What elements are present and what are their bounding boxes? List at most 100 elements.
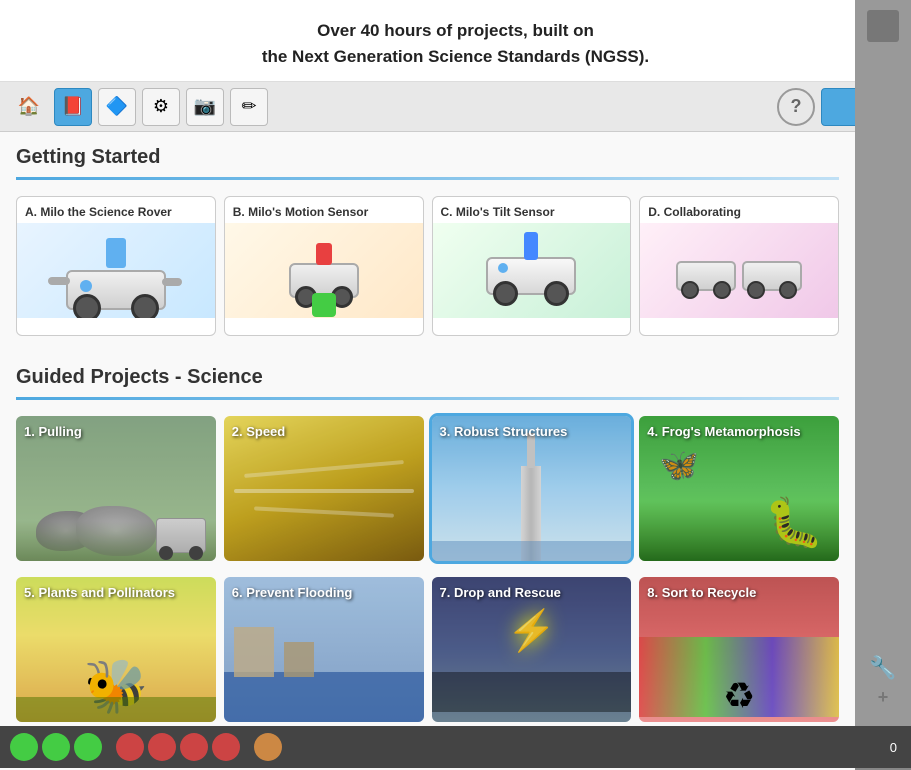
- status-dot-2: [42, 733, 70, 761]
- window-btn-blue[interactable]: [821, 88, 859, 126]
- header-line2: the Next Generation Science Standards (N…: [10, 44, 901, 70]
- grass-base: [16, 697, 216, 722]
- pr-wheel-l: [159, 546, 173, 560]
- gp-card-6-title: 6. Prevent Flooding: [232, 585, 416, 600]
- pr-wheel-r: [189, 546, 203, 560]
- gp-card-2-title: 2. Speed: [232, 424, 416, 439]
- gp-card-8-title: 8. Sort to Recycle: [647, 585, 831, 600]
- wrench-icon[interactable]: 🔧: [869, 655, 896, 681]
- wheel-d2r: [779, 281, 797, 299]
- gp-card-7[interactable]: 7. Drop and Rescue ⚡: [432, 577, 632, 722]
- milo-robot-b: [289, 263, 359, 298]
- gs-card-c[interactable]: C. Milo's Tilt Sensor: [432, 196, 632, 336]
- plus-icon[interactable]: +: [878, 687, 889, 708]
- gp-card-4[interactable]: 4. Frog's Metamorphosis 🐛 🦋: [639, 416, 839, 561]
- gp-card-6[interactable]: 6. Prevent Flooding: [224, 577, 424, 722]
- gp-card-3[interactable]: 3. Robust Structures: [432, 416, 632, 561]
- milo-arm-a: [48, 277, 70, 285]
- pulling-robot: [156, 518, 206, 553]
- right-sidebar: 🔧 +: [855, 0, 911, 768]
- page-count: 0: [890, 740, 897, 755]
- building-2: [284, 642, 314, 677]
- guided-projects-row1: 1. Pulling 2. Speed 3.: [0, 416, 855, 577]
- gp-card-1-title: 1. Pulling: [24, 424, 208, 439]
- guided-projects-divider: [16, 397, 839, 400]
- gs-card-c-img: [433, 223, 631, 318]
- wheel-d1l: [681, 281, 699, 299]
- status-dot-4: [116, 733, 144, 761]
- wheel-d2l: [747, 281, 765, 299]
- building-1: [234, 627, 274, 677]
- status-dot-5: [148, 733, 176, 761]
- header-banner: Over 40 hours of projects, built on the …: [0, 0, 911, 82]
- wheel-cl: [493, 281, 518, 306]
- gp-card-1[interactable]: 1. Pulling: [16, 416, 216, 561]
- wheel-d1r: [713, 281, 731, 299]
- cube-button[interactable]: 🔷: [98, 88, 136, 126]
- status-dot-7: [212, 733, 240, 761]
- lightning-icon: ⚡: [506, 607, 556, 654]
- milo-robot-a: [66, 232, 166, 310]
- gp-card-8[interactable]: 8. Sort to Recycle ♻: [639, 577, 839, 722]
- getting-started-divider: [16, 177, 839, 180]
- header-line1: Over 40 hours of projects, built on: [10, 18, 901, 44]
- recycle-emoji: ♻: [723, 675, 755, 717]
- robot-d1: [676, 261, 736, 291]
- book-button[interactable]: 📕: [54, 88, 92, 126]
- gs-card-b[interactable]: B. Milo's Motion Sensor: [224, 196, 424, 336]
- camera-button[interactable]: 📷: [186, 88, 224, 126]
- tilt-sensor: [524, 232, 538, 260]
- milo-wheel-left-a: [73, 294, 101, 319]
- gs-card-a[interactable]: A. Milo the Science Rover: [16, 196, 216, 336]
- gs-card-b-img: [225, 223, 423, 318]
- milo-sensor-a: [106, 238, 126, 268]
- accessory-b: [312, 293, 336, 317]
- status-dots-group: [10, 733, 282, 761]
- main-content: Getting Started A. Milo the Science Rove…: [0, 132, 855, 770]
- dark-base: [432, 672, 632, 712]
- speed-line2: [234, 489, 414, 493]
- home-button[interactable]: 🏠: [10, 88, 48, 126]
- status-dot-3: [74, 733, 102, 761]
- gp-card-3-title: 3. Robust Structures: [440, 424, 624, 439]
- milo-wheel-right-a: [131, 294, 159, 319]
- gp-card-7-title: 7. Drop and Rescue: [440, 585, 624, 600]
- gear-button[interactable]: ⚙: [142, 88, 180, 126]
- gs-card-a-title: A. Milo the Science Rover: [17, 197, 215, 223]
- gs-card-a-img: [17, 223, 215, 318]
- toolbar: 🏠 📕 🔷 ⚙ 📷 ✏ ?: [0, 82, 911, 132]
- speed-line3: [254, 507, 394, 518]
- sidebar-top-btn[interactable]: [867, 10, 899, 42]
- flood-water: [224, 672, 424, 722]
- milo-robot-c: [486, 257, 576, 295]
- frog-emoji: 🐛: [764, 494, 824, 551]
- gs-card-d-title: D. Collaborating: [640, 197, 838, 223]
- status-bar: 0: [0, 726, 911, 768]
- wheel-cr: [544, 281, 569, 306]
- gp-card-4-title: 4. Frog's Metamorphosis: [647, 424, 831, 439]
- gs-card-d[interactable]: D. Collaborating: [639, 196, 839, 336]
- milo-eye-a: [80, 280, 92, 292]
- sidebar-tools: 🔧 +: [869, 655, 896, 708]
- speed-line1: [244, 460, 404, 478]
- water-base: [432, 541, 632, 561]
- status-dot-8: [254, 733, 282, 761]
- butterfly-emoji: 🦋: [659, 446, 699, 484]
- collab-robots: [676, 243, 802, 299]
- status-dot-6: [180, 733, 208, 761]
- guided-projects-header: Guided Projects - Science: [0, 352, 855, 397]
- pencil-button[interactable]: ✏: [230, 88, 268, 126]
- gs-card-d-img: [640, 223, 838, 318]
- milo-arm-right-a: [162, 278, 182, 286]
- robot-d2: [742, 261, 802, 291]
- gp-card-5-title: 5. Plants and Pollinators: [24, 585, 208, 600]
- gp-card-2[interactable]: 2. Speed: [224, 416, 424, 561]
- gs-card-c-title: C. Milo's Tilt Sensor: [433, 197, 631, 223]
- help-button[interactable]: ?: [777, 88, 815, 126]
- gp-card-5[interactable]: 5. Plants and Pollinators 🐝: [16, 577, 216, 722]
- milo-chassis-a: [66, 270, 166, 310]
- chassis-c: [486, 257, 576, 295]
- getting-started-header: Getting Started: [0, 132, 855, 177]
- sensor-b: [316, 243, 332, 265]
- status-dot-1: [10, 733, 38, 761]
